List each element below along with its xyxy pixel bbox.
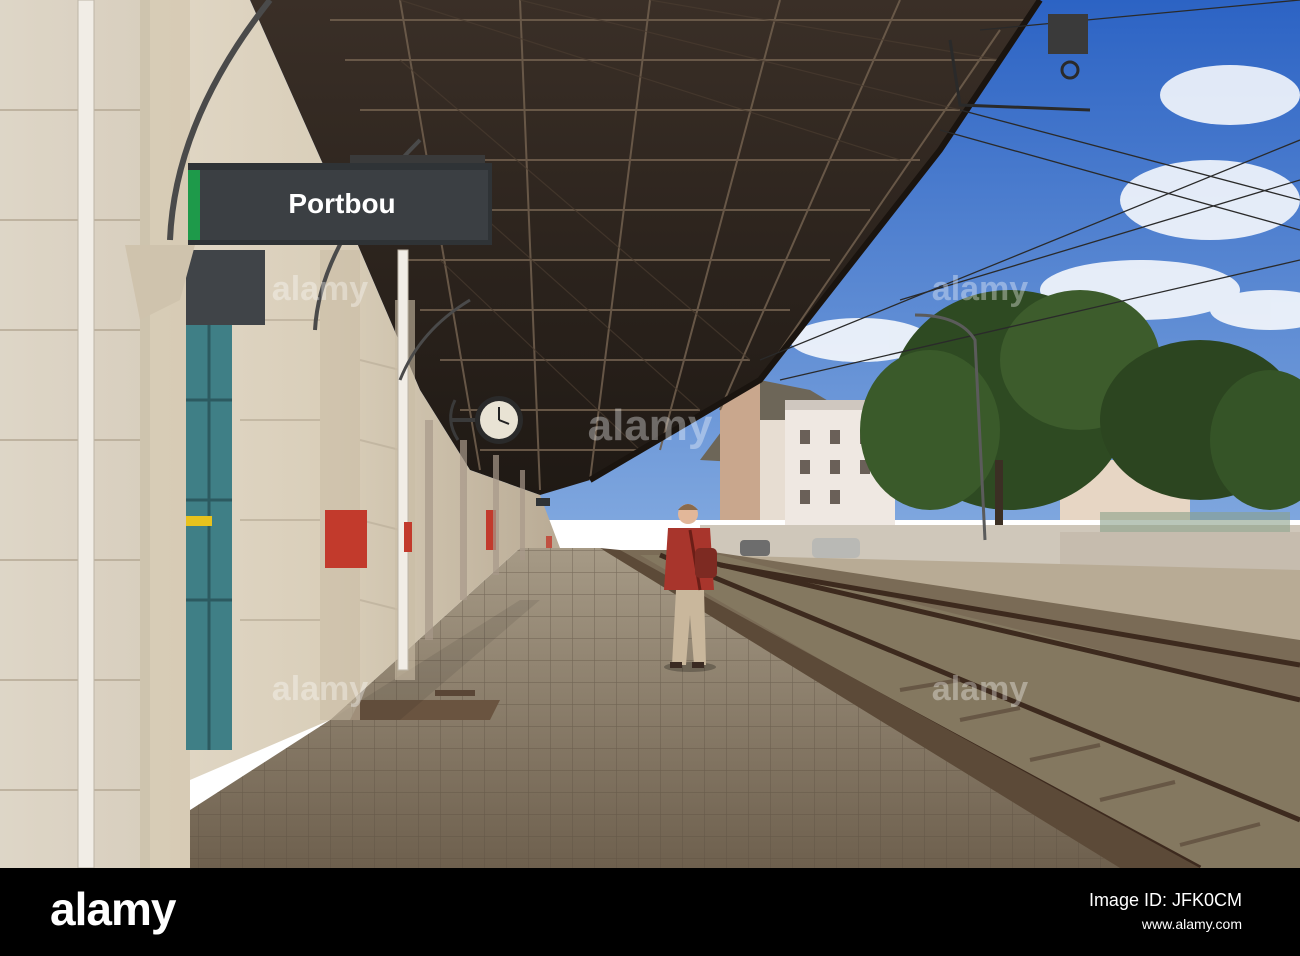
svg-text:alamy: alamy [588, 401, 713, 450]
svg-text:alamy: alamy [932, 670, 1028, 708]
stock-footer-bar: alamy Image ID: JFK0CM www.alamy.com [0, 868, 1300, 956]
station-sign: Portbou [188, 155, 492, 245]
svg-text:alamy: alamy [932, 270, 1028, 308]
stock-photo-frame: Portbou alamy alamy alamy alamy alamy al… [0, 0, 1300, 956]
image-id-label: Image ID: [1088, 890, 1167, 910]
red-fire-box [325, 510, 367, 568]
station-photo: Portbou alamy alamy alamy alamy alamy [0, 0, 1300, 868]
svg-text:alamy: alamy [272, 270, 368, 308]
distant-sign [536, 498, 550, 506]
svg-text:alamy: alamy [272, 670, 368, 708]
site-url: www.alamy.com [1141, 916, 1242, 932]
alamy-logo: alamy [50, 883, 176, 935]
door-arrow-sticker [186, 516, 212, 526]
image-id: Image ID: JFK0CM [1089, 890, 1242, 911]
station-name: Portbou [288, 188, 395, 219]
image-id-value: JFK0CM [1171, 890, 1242, 910]
